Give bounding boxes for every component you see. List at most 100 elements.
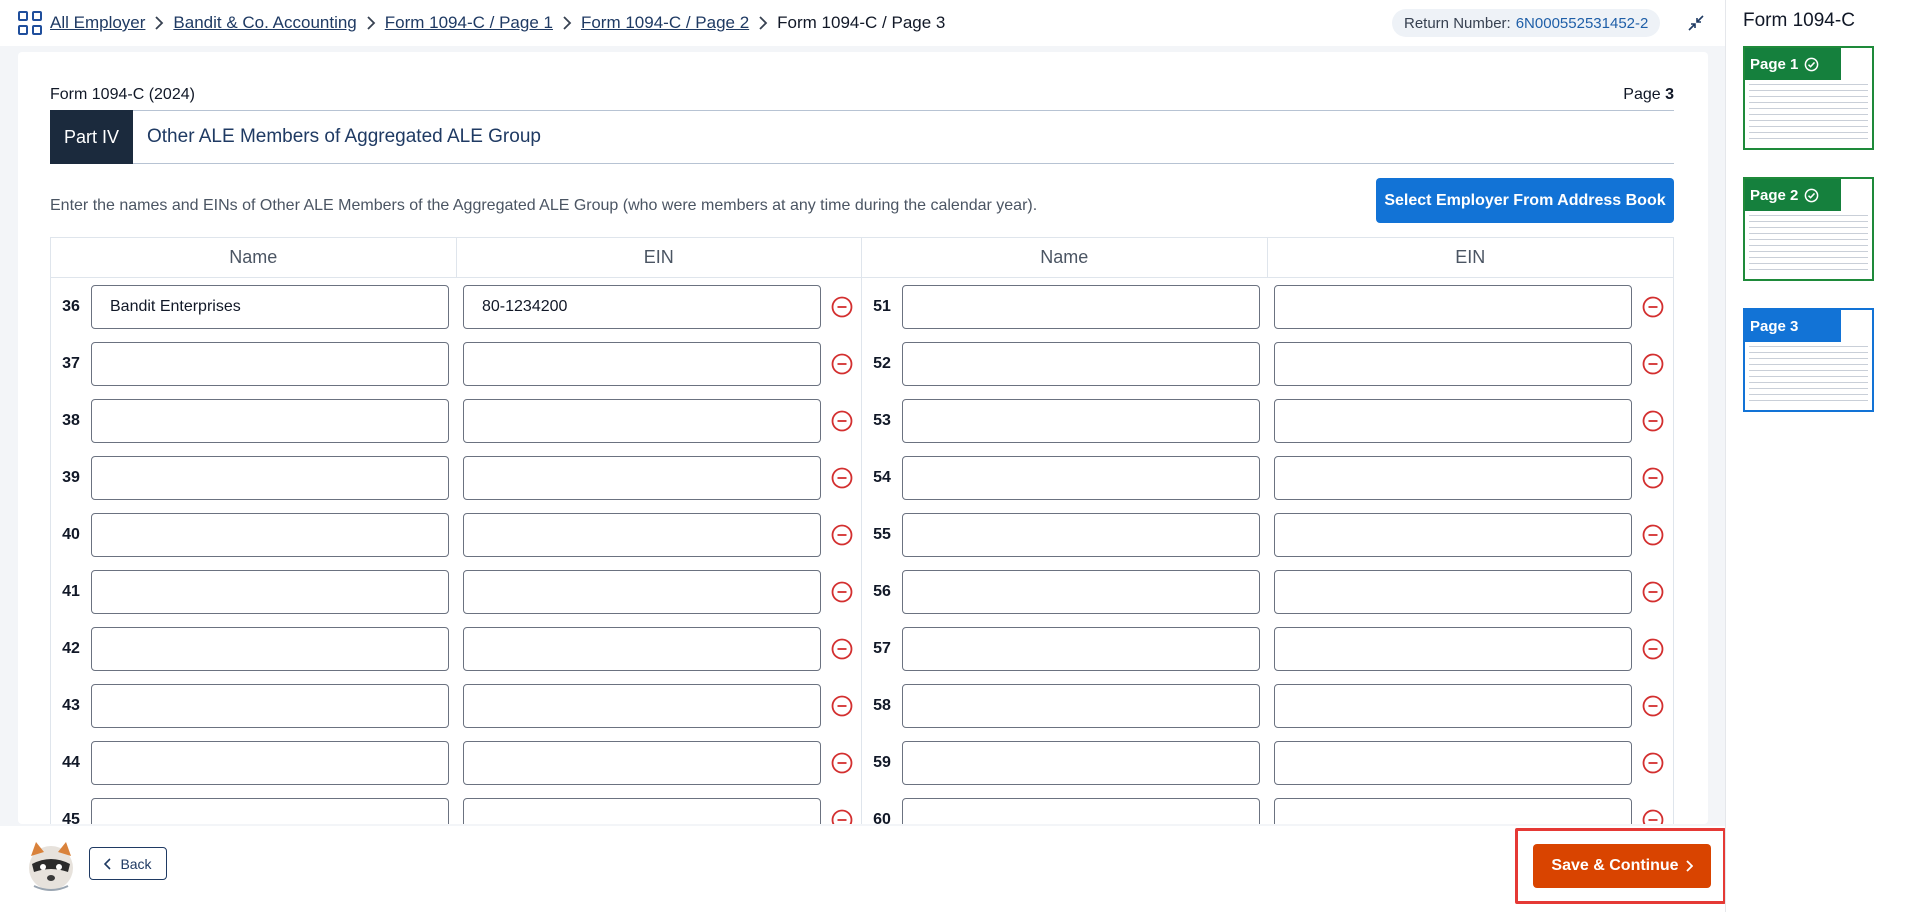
member-name-input[interactable] <box>902 797 1260 824</box>
member-ein-input[interactable] <box>463 341 821 386</box>
remove-row-icon[interactable] <box>1642 410 1664 432</box>
row-number: 40 <box>62 525 80 543</box>
member-ein-input[interactable] <box>463 512 821 557</box>
table-row: 38 53 <box>51 392 1673 449</box>
form-title: Form 1094-C (2024) <box>50 86 195 103</box>
page-thumb-2[interactable]: Page 2 <box>1743 177 1874 281</box>
member-ein-input[interactable] <box>1274 740 1632 785</box>
page-indicator: Page 3 <box>1623 86 1674 103</box>
page-thumb-preview <box>1749 346 1868 406</box>
remove-row-icon[interactable] <box>831 638 853 660</box>
breadcrumb-employer[interactable]: Bandit & Co. Accounting <box>173 13 356 33</box>
row-number: 41 <box>62 582 80 600</box>
breadcrumb-all-employer[interactable]: All Employer <box>50 13 145 33</box>
member-ein-input[interactable] <box>1274 569 1632 614</box>
raccoon-mascot-icon <box>29 842 73 891</box>
member-name-input[interactable] <box>91 398 449 443</box>
panel-title: Form 1094-C <box>1743 10 1855 31</box>
remove-row-icon[interactable] <box>831 524 853 546</box>
breadcrumb-current: Form 1094-C / Page 3 <box>777 13 946 32</box>
page-thumb-1[interactable]: Page 1 <box>1743 46 1874 150</box>
back-button[interactable]: Back <box>89 847 167 880</box>
check-circle-icon <box>1805 188 1819 202</box>
member-name-input[interactable] <box>902 398 1260 443</box>
row-number: 53 <box>873 411 891 429</box>
member-ein-input[interactable] <box>1274 398 1632 443</box>
member-ein-input[interactable] <box>463 284 821 329</box>
remove-row-icon[interactable] <box>831 581 853 603</box>
save-continue-button[interactable]: Save & Continue <box>1533 844 1711 888</box>
table-row: 40 55 <box>51 506 1673 563</box>
remove-row-icon[interactable] <box>831 467 853 489</box>
collapse-icon[interactable] <box>1686 13 1706 33</box>
page-thumb-tag: Page 1 <box>1745 48 1841 80</box>
remove-row-icon[interactable] <box>831 296 853 318</box>
table-row: 43 58 <box>51 677 1673 734</box>
member-ein-input[interactable] <box>463 683 821 728</box>
member-ein-input[interactable] <box>463 740 821 785</box>
member-ein-input[interactable] <box>463 797 821 824</box>
member-ein-input[interactable] <box>463 626 821 671</box>
right-member-cell: 55 <box>862 506 1673 563</box>
member-name-input[interactable] <box>91 341 449 386</box>
remove-row-icon[interactable] <box>1642 809 1664 824</box>
remove-row-icon[interactable] <box>1642 353 1664 375</box>
member-name-input[interactable] <box>902 569 1260 614</box>
member-name-input[interactable] <box>902 455 1260 500</box>
remove-row-icon[interactable] <box>1642 524 1664 546</box>
member-ein-input[interactable] <box>1274 797 1632 824</box>
table-body: 36 51 37 52 38 53 39 54 40 55 41 56 42 57 43 58 44 59 45 60 <box>51 278 1673 824</box>
member-name-input[interactable] <box>91 569 449 614</box>
remove-row-icon[interactable] <box>1642 752 1664 774</box>
member-name-input[interactable] <box>91 284 449 329</box>
left-member-cell: 39 <box>51 449 862 506</box>
member-ein-input[interactable] <box>1274 683 1632 728</box>
member-ein-input[interactable] <box>463 398 821 443</box>
member-ein-input[interactable] <box>1274 341 1632 386</box>
remove-row-icon[interactable] <box>1642 638 1664 660</box>
select-employer-button[interactable]: Select Employer From Address Book <box>1376 178 1674 223</box>
member-name-input[interactable] <box>902 341 1260 386</box>
table-row: 41 56 <box>51 563 1673 620</box>
member-name-input[interactable] <box>91 740 449 785</box>
table-row: 44 59 <box>51 734 1673 791</box>
member-ein-input[interactable] <box>1274 284 1632 329</box>
row-number: 36 <box>62 297 80 315</box>
page-thumb-preview <box>1749 215 1868 275</box>
member-name-input[interactable] <box>91 455 449 500</box>
member-ein-input[interactable] <box>1274 626 1632 671</box>
member-name-input[interactable] <box>91 626 449 671</box>
member-name-input[interactable] <box>91 512 449 557</box>
apps-grid-icon[interactable] <box>18 11 42 35</box>
member-name-input[interactable] <box>902 683 1260 728</box>
member-ein-input[interactable] <box>463 569 821 614</box>
member-name-input[interactable] <box>902 626 1260 671</box>
remove-row-icon[interactable] <box>1642 467 1664 489</box>
member-name-input[interactable] <box>902 512 1260 557</box>
remove-row-icon[interactable] <box>1642 581 1664 603</box>
remove-row-icon[interactable] <box>1642 296 1664 318</box>
table-row: 36 51 <box>51 278 1673 335</box>
breadcrumb-page-1[interactable]: Form 1094-C / Page 1 <box>385 13 553 33</box>
member-name-input[interactable] <box>902 740 1260 785</box>
page-thumb-3[interactable]: Page 3 <box>1743 308 1874 412</box>
column-header-name: Name <box>862 238 1268 277</box>
remove-row-icon[interactable] <box>831 809 853 824</box>
member-name-input[interactable] <box>902 284 1260 329</box>
member-ein-input[interactable] <box>1274 455 1632 500</box>
page-thumb-preview <box>1749 84 1868 144</box>
right-member-cell: 58 <box>862 677 1673 734</box>
member-ein-input[interactable] <box>1274 512 1632 557</box>
member-name-input[interactable] <box>91 683 449 728</box>
remove-row-icon[interactable] <box>831 410 853 432</box>
table-row: 42 57 <box>51 620 1673 677</box>
page-thumb-tag: Page 3 <box>1745 310 1841 342</box>
breadcrumb-page-2[interactable]: Form 1094-C / Page 2 <box>581 13 749 33</box>
remove-row-icon[interactable] <box>831 752 853 774</box>
remove-row-icon[interactable] <box>1642 695 1664 717</box>
remove-row-icon[interactable] <box>831 353 853 375</box>
member-name-input[interactable] <box>91 797 449 824</box>
member-ein-input[interactable] <box>463 455 821 500</box>
remove-row-icon[interactable] <box>831 695 853 717</box>
right-member-cell: 57 <box>862 620 1673 677</box>
